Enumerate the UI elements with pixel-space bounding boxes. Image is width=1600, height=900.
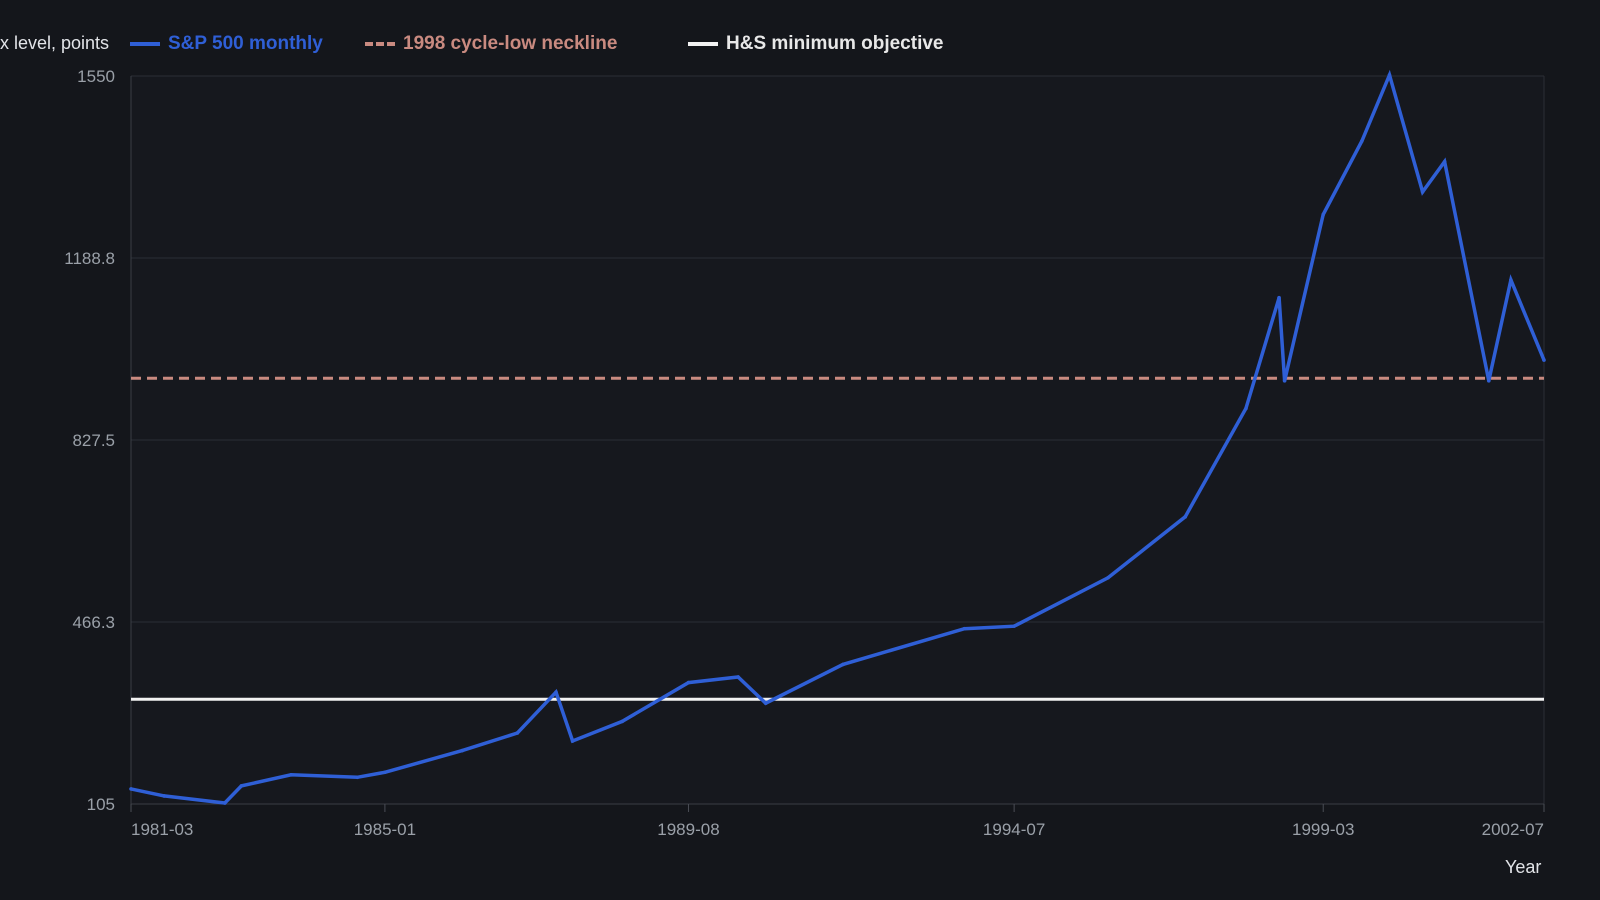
x-tick-label: 1999-03 (1292, 820, 1354, 839)
sp500-point (460, 748, 464, 753)
legend-item-sp500: S&P 500 monthly (130, 33, 323, 55)
sp500-point (686, 680, 691, 685)
chart-svg: 1550 1188.8 827.5 466.3 105 1981-03 1985-01 198… (64, 67, 1546, 839)
sp500-point (1321, 212, 1326, 217)
sp500-point (736, 675, 740, 679)
sp500-point (383, 770, 387, 775)
legend-swatch-objective (688, 42, 718, 46)
sp500-point (1509, 278, 1513, 282)
sp500-point (1282, 379, 1287, 383)
legend: S&P 500 monthly 1998 cycle-low neckline … (0, 33, 1000, 59)
legend-label-neckline: 1998 cycle-low neckline (403, 33, 618, 54)
x-tick-label: 1985-01 (354, 820, 416, 839)
sp500-point (570, 739, 575, 743)
y-tick-label: 105 (87, 795, 115, 814)
x-tick-label: 2002-07 (1482, 820, 1544, 839)
sp500-point (620, 719, 625, 724)
sp500-point (355, 775, 360, 780)
sp500-point (1420, 190, 1425, 194)
sp500-point (223, 801, 227, 805)
sp500-point (763, 701, 768, 706)
y-tick-label: 1188.8 (64, 249, 115, 268)
y-tick-label: 827.5 (72, 431, 115, 450)
x-tick-label: 1989-08 (657, 820, 719, 839)
sp500-point (841, 662, 845, 667)
sp500-point (962, 626, 967, 631)
sp500-point (1387, 73, 1392, 77)
sp500-point (554, 690, 558, 694)
sp500-point (1442, 159, 1447, 164)
x-tick-label: 1994-07 (983, 820, 1045, 839)
sp500-point (1277, 295, 1281, 300)
sp500-point (1106, 575, 1110, 580)
sp500-point (129, 787, 133, 791)
sp500-point (239, 784, 244, 788)
sp500-point (1542, 358, 1546, 362)
sp500-point (1487, 379, 1491, 383)
sp500-point (515, 731, 520, 735)
y-tick-label: 1550 (77, 67, 115, 86)
legend-label-objective: H&S minimum objective (726, 33, 944, 54)
legend-swatch-neckline (365, 42, 395, 46)
legend-item-neckline: 1998 cycle-low neckline (365, 33, 617, 55)
sp500-point (1012, 624, 1016, 628)
sp500-point (1183, 515, 1188, 519)
y-tick-label: 466.3 (72, 613, 115, 632)
sp500-point (1360, 139, 1364, 143)
legend-swatch-sp500 (130, 42, 160, 46)
sp500-point (1244, 406, 1248, 411)
x-tick-label: 1981-03 (131, 820, 193, 839)
legend-label-sp500: S&P 500 monthly (168, 33, 323, 54)
sp500-point (162, 794, 166, 798)
legend-item-objective: H&S minimum objective (688, 33, 944, 55)
x-axis-label: Year (1505, 857, 1542, 877)
sp500-point (289, 772, 293, 777)
